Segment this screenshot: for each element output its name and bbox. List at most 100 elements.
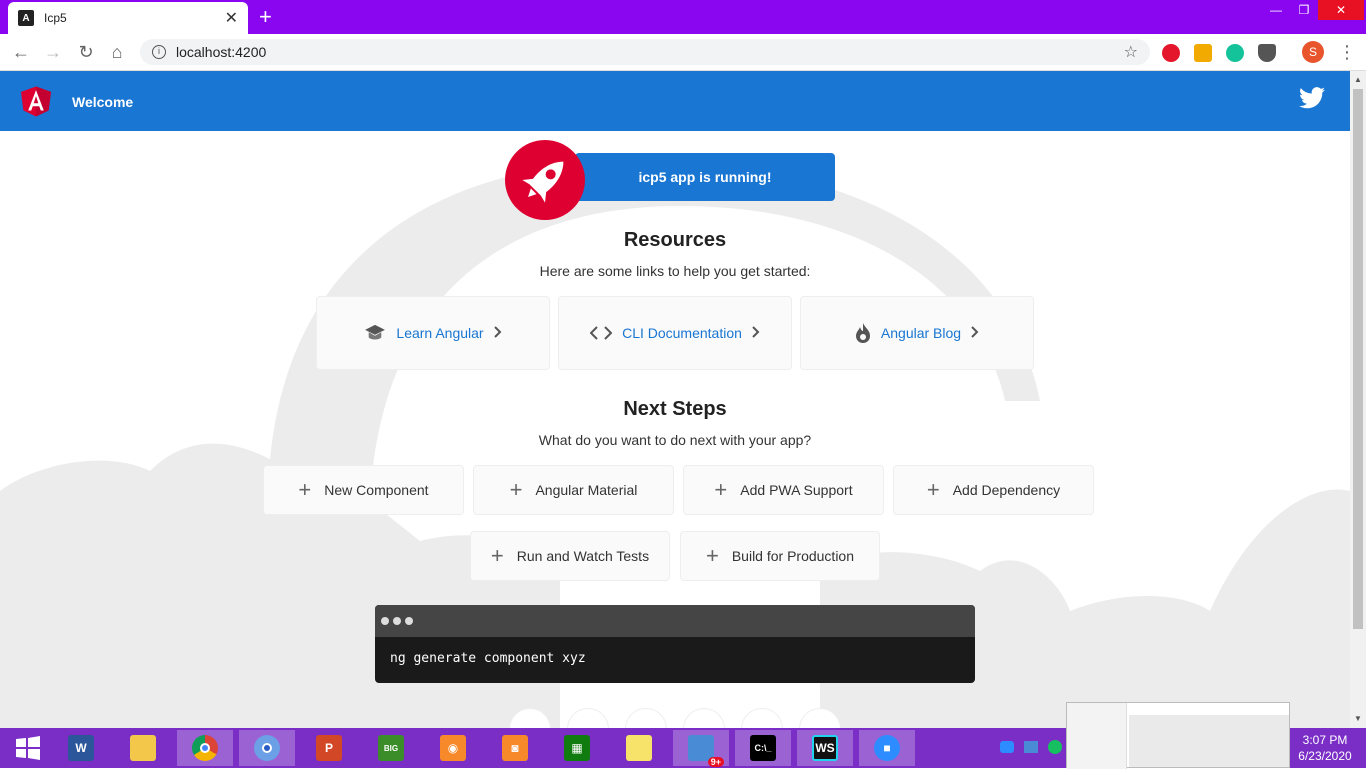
add-pwa-support-button[interactable]: + Add PWA Support	[683, 465, 884, 515]
word-taskbar-icon[interactable]: W	[53, 730, 109, 766]
app-running-card: icp5 app is running!	[575, 153, 835, 201]
chevron-right-icon	[971, 325, 979, 341]
url-text[interactable]: localhost:4200	[176, 44, 1124, 60]
terminal-command: ng generate component xyz	[390, 651, 586, 666]
scroll-down-icon[interactable]: ▼	[1354, 714, 1362, 723]
site-info-icon[interactable]: i	[152, 45, 166, 59]
run-and-watch-tests-button[interactable]: + Run and Watch Tests	[470, 531, 670, 581]
taskbar-window-preview[interactable]	[1066, 702, 1290, 769]
angular-blog-label: Angular Blog	[880, 325, 962, 341]
camera-taskbar-icon[interactable]: ◙	[487, 730, 543, 766]
sticky-notes-taskbar-icon[interactable]	[611, 730, 667, 766]
windows-logo-icon	[16, 736, 40, 760]
plus-icon: +	[705, 543, 719, 568]
resources-subtitle: Here are some links to help you get star…	[539, 263, 811, 279]
angular-logo-icon	[21, 86, 51, 117]
menu-dots-icon[interactable]: ⋮	[1336, 41, 1358, 63]
terminal-dot-icon	[381, 617, 389, 625]
step-label: Angular Material	[535, 482, 638, 498]
resources-heading: Resources	[623, 229, 727, 251]
reload-button[interactable]: ↻	[75, 41, 97, 63]
step-label: Run and Watch Tests	[516, 548, 650, 564]
address-bar[interactable]: i localhost:4200 ☆	[140, 39, 1150, 65]
app-toolbar: Welcome	[0, 71, 1350, 131]
graduation-cap-icon	[364, 324, 386, 342]
code-brackets-icon	[590, 326, 613, 340]
shield-extension-icon[interactable]	[1258, 44, 1276, 62]
angular-blog-link[interactable]: Angular Blog	[800, 296, 1034, 370]
window-controls: — ❐ ✕	[1262, 0, 1364, 22]
tab-close-icon[interactable]: ✕	[225, 8, 238, 28]
clock-date: 6/23/2020	[1298, 749, 1352, 763]
build-for-production-button[interactable]: + Build for Production	[680, 531, 880, 581]
chevron-right-icon	[752, 325, 760, 341]
browser-toolbar: ← → ↻ ⌂ i localhost:4200 ☆ S ⋮	[0, 34, 1366, 71]
learn-angular-link[interactable]: Learn Angular	[316, 296, 550, 370]
back-button[interactable]: ←	[10, 41, 32, 63]
terminal-dot-icon	[405, 617, 413, 625]
page-viewport: Welcome icp5 app is running! Resources H…	[0, 71, 1350, 728]
plus-icon: +	[509, 477, 523, 502]
flame-icon	[855, 322, 871, 344]
step-label: Add PWA Support	[740, 482, 853, 498]
next-steps-heading: Next Steps	[623, 398, 727, 420]
file-explorer-taskbar-icon[interactable]	[115, 730, 171, 766]
terminal-dot-icon	[393, 617, 401, 625]
start-button[interactable]	[0, 730, 56, 766]
store-taskbar-icon[interactable]: ▦	[549, 730, 605, 766]
download-extension-icon[interactable]	[1194, 44, 1212, 62]
sync-tray-icon[interactable]	[1048, 740, 1062, 754]
angular-material-button[interactable]: + Angular Material	[473, 465, 674, 515]
chromium-taskbar-icon[interactable]	[239, 730, 295, 766]
browser-titlebar: A Icp5 ✕ + — ❐ ✕	[0, 0, 1366, 34]
bookmark-star-icon[interactable]: ☆	[1124, 42, 1138, 62]
plus-icon: +	[714, 477, 728, 502]
powerpoint-taskbar-icon[interactable]: P	[301, 730, 357, 766]
plus-icon: +	[298, 477, 312, 502]
forward-button[interactable]: →	[42, 41, 64, 63]
new-tab-button[interactable]: +	[259, 6, 272, 28]
cli-documentation-link[interactable]: CLI Documentation	[558, 296, 792, 370]
twitter-icon[interactable]	[1299, 87, 1325, 109]
system-clock[interactable]: 3:07 PM 6/23/2020	[1290, 732, 1360, 764]
network-tray-icon[interactable]	[1024, 741, 1038, 753]
plus-icon: +	[926, 477, 940, 502]
command-prompt-taskbar-icon[interactable]: C:\_	[735, 730, 791, 766]
zoom-tray-icon[interactable]	[1000, 741, 1014, 753]
adblock-extension-icon[interactable]	[1162, 44, 1180, 62]
restore-button[interactable]: ❐	[1290, 0, 1318, 20]
webstorm-taskbar-icon[interactable]: WS	[797, 730, 853, 766]
step-label: Add Dependency	[952, 482, 1061, 498]
profile-avatar[interactable]: S	[1302, 41, 1324, 63]
plus-icon: +	[490, 543, 504, 568]
browser-tab-active[interactable]: A Icp5 ✕	[8, 2, 248, 34]
notification-badge: 9+	[707, 757, 724, 767]
new-component-button[interactable]: + New Component	[263, 465, 464, 515]
cli-documentation-label: CLI Documentation	[622, 325, 742, 341]
chevron-right-icon	[493, 325, 502, 341]
tab-title: Icp5	[44, 11, 67, 25]
chrome-taskbar-icon[interactable]	[177, 730, 233, 766]
close-window-button[interactable]: ✕	[1318, 0, 1364, 20]
minimize-button[interactable]: —	[1262, 0, 1290, 20]
rocket-icon	[505, 140, 585, 220]
scroll-up-icon[interactable]: ▲	[1354, 75, 1362, 84]
scrollbar-thumb[interactable]	[1353, 89, 1363, 629]
grammarly-extension-icon[interactable]	[1226, 44, 1244, 62]
app-title: Welcome	[72, 94, 134, 110]
step-label: Build for Production	[731, 548, 855, 564]
zoom-taskbar-icon[interactable]: ■	[859, 730, 915, 766]
angular-icon: A	[18, 10, 34, 26]
terminal-panel: ng generate component xyz	[375, 605, 975, 683]
home-button[interactable]: ⌂	[106, 41, 128, 63]
orange-app-taskbar-icon[interactable]: ◉	[425, 730, 481, 766]
clock-time: 3:07 PM	[1302, 733, 1348, 747]
page-scrollbar[interactable]: ▲ ▼	[1350, 71, 1366, 728]
step-label: New Component	[324, 482, 429, 498]
network-app-taskbar-icon[interactable]: 9+	[673, 730, 729, 767]
next-steps-subtitle: What do you want to do next with your ap…	[538, 432, 812, 448]
add-dependency-button[interactable]: + Add Dependency	[893, 465, 1094, 515]
big-farm-taskbar-icon[interactable]: BIG	[363, 730, 419, 766]
app-running-text: icp5 app is running!	[638, 169, 772, 185]
learn-angular-label: Learn Angular	[396, 325, 484, 341]
